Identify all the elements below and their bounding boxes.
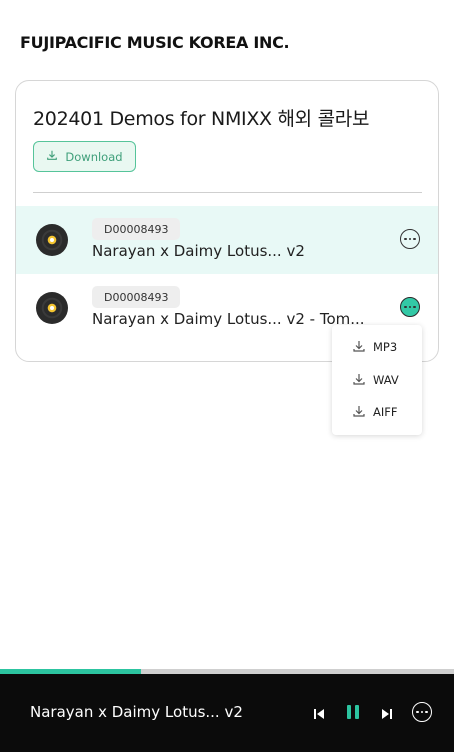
vinyl-disc-icon bbox=[36, 292, 68, 324]
player-bar: Narayan x Daimy Lotus... v2 bbox=[0, 674, 454, 752]
download-icon bbox=[46, 149, 58, 164]
menu-item-label: AIFF bbox=[373, 405, 398, 419]
album-card: 202401 Demos for NMIXX 해외 콜라보 Download D… bbox=[15, 80, 439, 362]
menu-item-aiff[interactable]: AIFF bbox=[332, 397, 422, 427]
menu-item-label: MP3 bbox=[373, 340, 398, 354]
vinyl-disc-icon bbox=[36, 224, 68, 256]
more-options-icon[interactable] bbox=[412, 702, 432, 722]
track-title: Narayan x Daimy Lotus... v2 - Tom... bbox=[92, 310, 365, 328]
download-icon bbox=[352, 372, 366, 389]
download-button[interactable]: Download bbox=[33, 141, 136, 172]
track-code-badge: D00008493 bbox=[92, 218, 181, 240]
track-code-badge: D00008493 bbox=[92, 286, 181, 308]
download-format-menu: MP3 WAV AIFF bbox=[332, 325, 422, 435]
menu-item-label: WAV bbox=[373, 373, 399, 387]
more-options-icon[interactable] bbox=[400, 229, 420, 249]
track-title: Narayan x Daimy Lotus... v2 bbox=[92, 242, 305, 260]
now-playing-title: Narayan x Daimy Lotus... v2 bbox=[30, 703, 243, 721]
next-track-icon[interactable] bbox=[381, 705, 393, 719]
track-row[interactable]: D00008493 Narayan x Daimy Lotus... v2 bbox=[16, 206, 438, 274]
download-icon bbox=[352, 404, 366, 421]
pause-icon[interactable] bbox=[345, 704, 361, 720]
download-button-label: Download bbox=[65, 149, 123, 164]
previous-track-icon[interactable] bbox=[313, 705, 325, 719]
more-options-icon[interactable] bbox=[400, 297, 420, 317]
download-icon bbox=[352, 339, 366, 356]
menu-item-mp3[interactable]: MP3 bbox=[332, 332, 422, 362]
album-title: 202401 Demos for NMIXX 해외 콜라보 bbox=[33, 108, 370, 130]
brand-logo: FUJIPACIFIC MUSIC KOREA INC. bbox=[20, 33, 290, 52]
divider bbox=[33, 192, 422, 193]
menu-item-wav[interactable]: WAV bbox=[332, 365, 422, 395]
